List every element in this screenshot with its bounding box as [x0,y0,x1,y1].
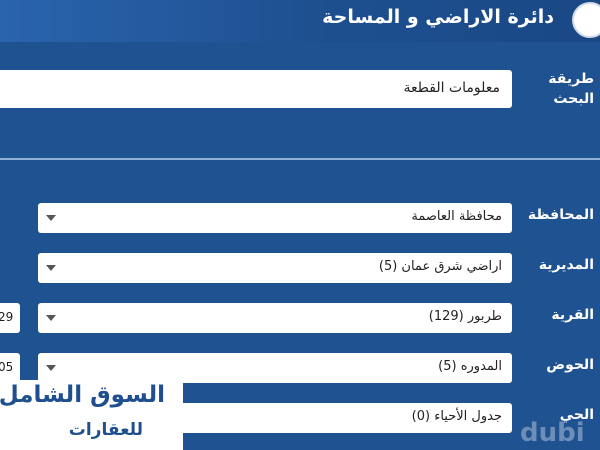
header-logo [572,2,600,38]
governorate-label: المحافظة [527,207,594,223]
search-method-section: طريقة البحث معلومات القطعة [0,42,600,156]
village-code-value: 29 [0,310,14,324]
watermark-line2: للعقارات [68,420,143,440]
app-header: دائرة الاراضي و المساحة [0,0,600,42]
search-method-label-line1: طريقة [548,71,594,87]
directorate-value: اراضي شرق عمان (5) [378,259,502,274]
governorate-select[interactable]: محافظة العاصمة [38,203,512,233]
brand-watermark: dubi [520,418,585,448]
watermark-line1: السوق الشامل [0,382,165,408]
village-value: طربور (129) [428,309,502,324]
page-title: دائرة الاراضي و المساحة [322,6,554,28]
basin-code-value: 05 [0,360,14,374]
watermark-logo: السوق الشامل للعقارات [0,380,183,450]
basin-label: الحوض [546,357,594,373]
directorate-select[interactable]: اراضي شرق عمان (5) [38,253,512,283]
search-method-label-line2: البحث [553,91,594,107]
chevron-down-icon [46,365,56,371]
village-select[interactable]: طربور (129) [38,303,512,333]
village-label: القرية [551,307,594,323]
district-value: جدول الأحياء (0) [411,409,502,424]
chevron-down-icon [46,265,56,271]
governorate-value: محافظة العاصمة [411,209,502,224]
section-divider [0,158,600,160]
basin-code-field[interactable]: 05 [0,353,20,383]
search-method-value: معلومات القطعة [403,80,501,96]
chevron-down-icon [46,215,56,221]
basin-select[interactable]: المدوره (5) [38,353,512,383]
village-code-field[interactable]: 29 [0,303,20,333]
directorate-label: المديرية [538,257,594,273]
search-method-field[interactable]: معلومات القطعة [0,70,512,108]
chevron-down-icon [46,315,56,321]
basin-value: المدوره (5) [438,359,502,374]
